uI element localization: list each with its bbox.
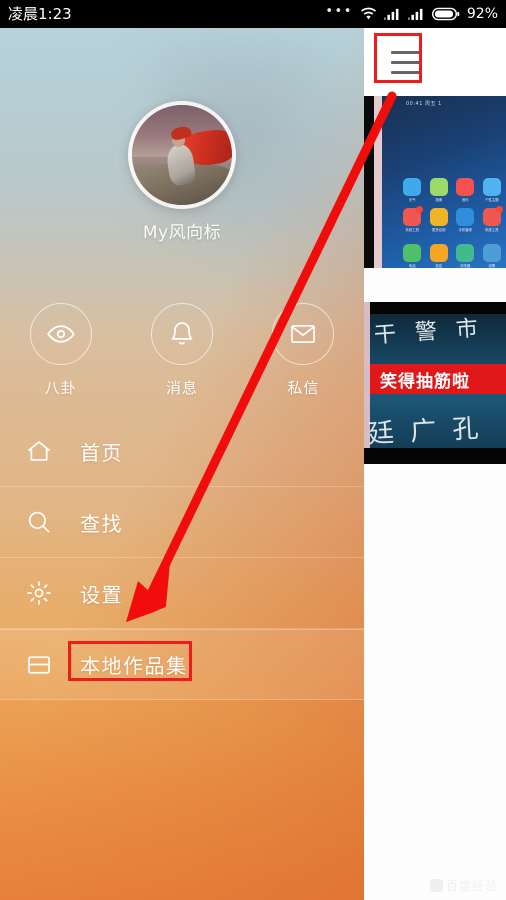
search-icon bbox=[22, 505, 56, 539]
thumbnail-app: 电话 bbox=[402, 244, 423, 268]
quick-action-label: 八卦 bbox=[44, 379, 77, 397]
menu-item-settings[interactable]: 设置 bbox=[0, 558, 364, 629]
thumbnail-app: 天气 bbox=[402, 178, 423, 202]
bell-icon bbox=[150, 303, 213, 365]
thumbnail-app-label: 信息 bbox=[435, 264, 443, 268]
menu-item-search[interactable]: 查找 bbox=[0, 487, 364, 558]
thumbnail-app-label: 浏览器 bbox=[460, 264, 471, 268]
thumbnail-app: 信息 bbox=[429, 244, 450, 268]
notification-badge bbox=[416, 206, 424, 213]
quick-action-label: 消息 bbox=[165, 379, 198, 397]
gear-icon bbox=[22, 576, 56, 610]
thumbnail-app: 相册 bbox=[429, 178, 450, 202]
battery-percent: 92% bbox=[466, 6, 498, 22]
thumbnail-app-label: 个性主题 bbox=[484, 198, 499, 202]
signal-bars-icon bbox=[383, 8, 399, 20]
quick-action-messages[interactable]: 消息 bbox=[121, 303, 242, 398]
thumbnail-app-label: 天气 bbox=[408, 198, 416, 202]
thumbnail-app-label: 更多应用 bbox=[431, 228, 446, 232]
hamburger-menu-highlight bbox=[374, 33, 422, 83]
thumbnail-app-label: 手机管家 bbox=[458, 228, 473, 232]
quick-action-direct-message[interactable]: 私信 bbox=[243, 303, 364, 398]
menu-item-home[interactable]: 首页 bbox=[0, 416, 364, 487]
watermark-logo-icon bbox=[429, 879, 443, 892]
thumbnail-dock-row: 电话 信息 浏览器 设置 bbox=[402, 244, 502, 268]
signal-bars-icon bbox=[407, 8, 423, 20]
thumbnail-app: 音乐 bbox=[455, 178, 476, 202]
thumbnail-app: 浏览器 bbox=[455, 244, 476, 268]
video-letterbox-top bbox=[364, 302, 506, 314]
thumbnail-app-label: 相册 bbox=[435, 198, 443, 202]
phone-screen: 00:41 周五 1 天气 相册 音乐 个性主题 系统工具 更多应用 手机管家 … bbox=[0, 0, 506, 900]
status-time: 凌晨1:23 bbox=[8, 5, 72, 23]
video-background-text-bottom: 廷 广 孔 bbox=[367, 413, 484, 450]
thumbnail-app: 设置 bbox=[482, 244, 503, 268]
thumbnail-left-edge bbox=[374, 96, 382, 268]
thumbnail-app-label: 电话 bbox=[408, 264, 416, 268]
thumbnail-app-label: 设置 bbox=[488, 264, 496, 268]
thumbnail-app-label: 音乐 bbox=[461, 198, 469, 202]
quick-action-label: 私信 bbox=[287, 379, 320, 397]
quick-action-gossip[interactable]: 八卦 bbox=[0, 303, 121, 398]
watermark-text: 百度经验 bbox=[445, 879, 498, 893]
folder-icon bbox=[22, 648, 56, 682]
username-label: My风向标 bbox=[142, 223, 222, 243]
thumbnail-app-label: 系统工具 bbox=[484, 228, 499, 232]
thumbnail-app: 更多应用 bbox=[429, 208, 450, 232]
watermark: 百度经验 bbox=[429, 877, 498, 894]
thumbnail-app: 系统工具 bbox=[482, 206, 503, 232]
thumbnail-icon-row-1: 天气 相册 音乐 个性主题 bbox=[402, 178, 502, 202]
video-letterbox-bottom bbox=[364, 448, 506, 464]
battery-icon bbox=[431, 7, 460, 21]
envelope-icon bbox=[272, 303, 335, 365]
video-title-banner: 笑得抽筋啦 bbox=[370, 364, 506, 394]
thumbnail-app: 手机管家 bbox=[455, 208, 476, 232]
thumbnail-icon-row-2: 系统工具 更多应用 手机管家 系统工具 bbox=[402, 206, 503, 232]
menu-item-label: 查找 bbox=[80, 511, 123, 536]
notification-badge bbox=[495, 206, 503, 213]
video-banner-text: 笑得抽筋啦 bbox=[380, 371, 470, 392]
status-bar: 凌晨1:23 ••• 92% bbox=[0, 0, 506, 28]
video-background-text-top: 干 警 市 bbox=[373, 315, 485, 349]
navigation-drawer: My风向标 八卦 消息 私信 首页 查找 设置 本地作品集 bbox=[0, 28, 364, 900]
avatar[interactable] bbox=[128, 101, 236, 209]
local-portfolio-highlight bbox=[68, 641, 192, 681]
video-thumbnail[interactable]: 干 警 市 笑得抽筋啦 廷 广 孔 bbox=[364, 302, 506, 464]
quick-actions-row: 八卦 消息 私信 bbox=[0, 303, 364, 398]
menu-item-label: 设置 bbox=[80, 582, 123, 607]
thumbnail-app: 系统工具 bbox=[402, 206, 424, 232]
home-screen-thumbnail[interactable]: 00:41 周五 1 天气 相册 音乐 个性主题 系统工具 更多应用 手机管家 … bbox=[364, 96, 506, 268]
home-icon bbox=[22, 434, 56, 468]
status-indicators: ••• 92% bbox=[325, 3, 498, 23]
more-dots-icon: ••• bbox=[325, 3, 353, 19]
thumbnail-app-label: 系统工具 bbox=[405, 228, 420, 232]
wifi-icon bbox=[360, 7, 376, 20]
thumbnail-left-bezel bbox=[364, 96, 374, 268]
thumbnail-status-time: 00:41 周五 1 bbox=[406, 101, 442, 107]
thumbnail-app: 个性主题 bbox=[482, 178, 503, 202]
menu-item-label: 首页 bbox=[80, 440, 123, 465]
eye-icon bbox=[29, 303, 92, 365]
user-avatar-photo bbox=[128, 101, 236, 209]
